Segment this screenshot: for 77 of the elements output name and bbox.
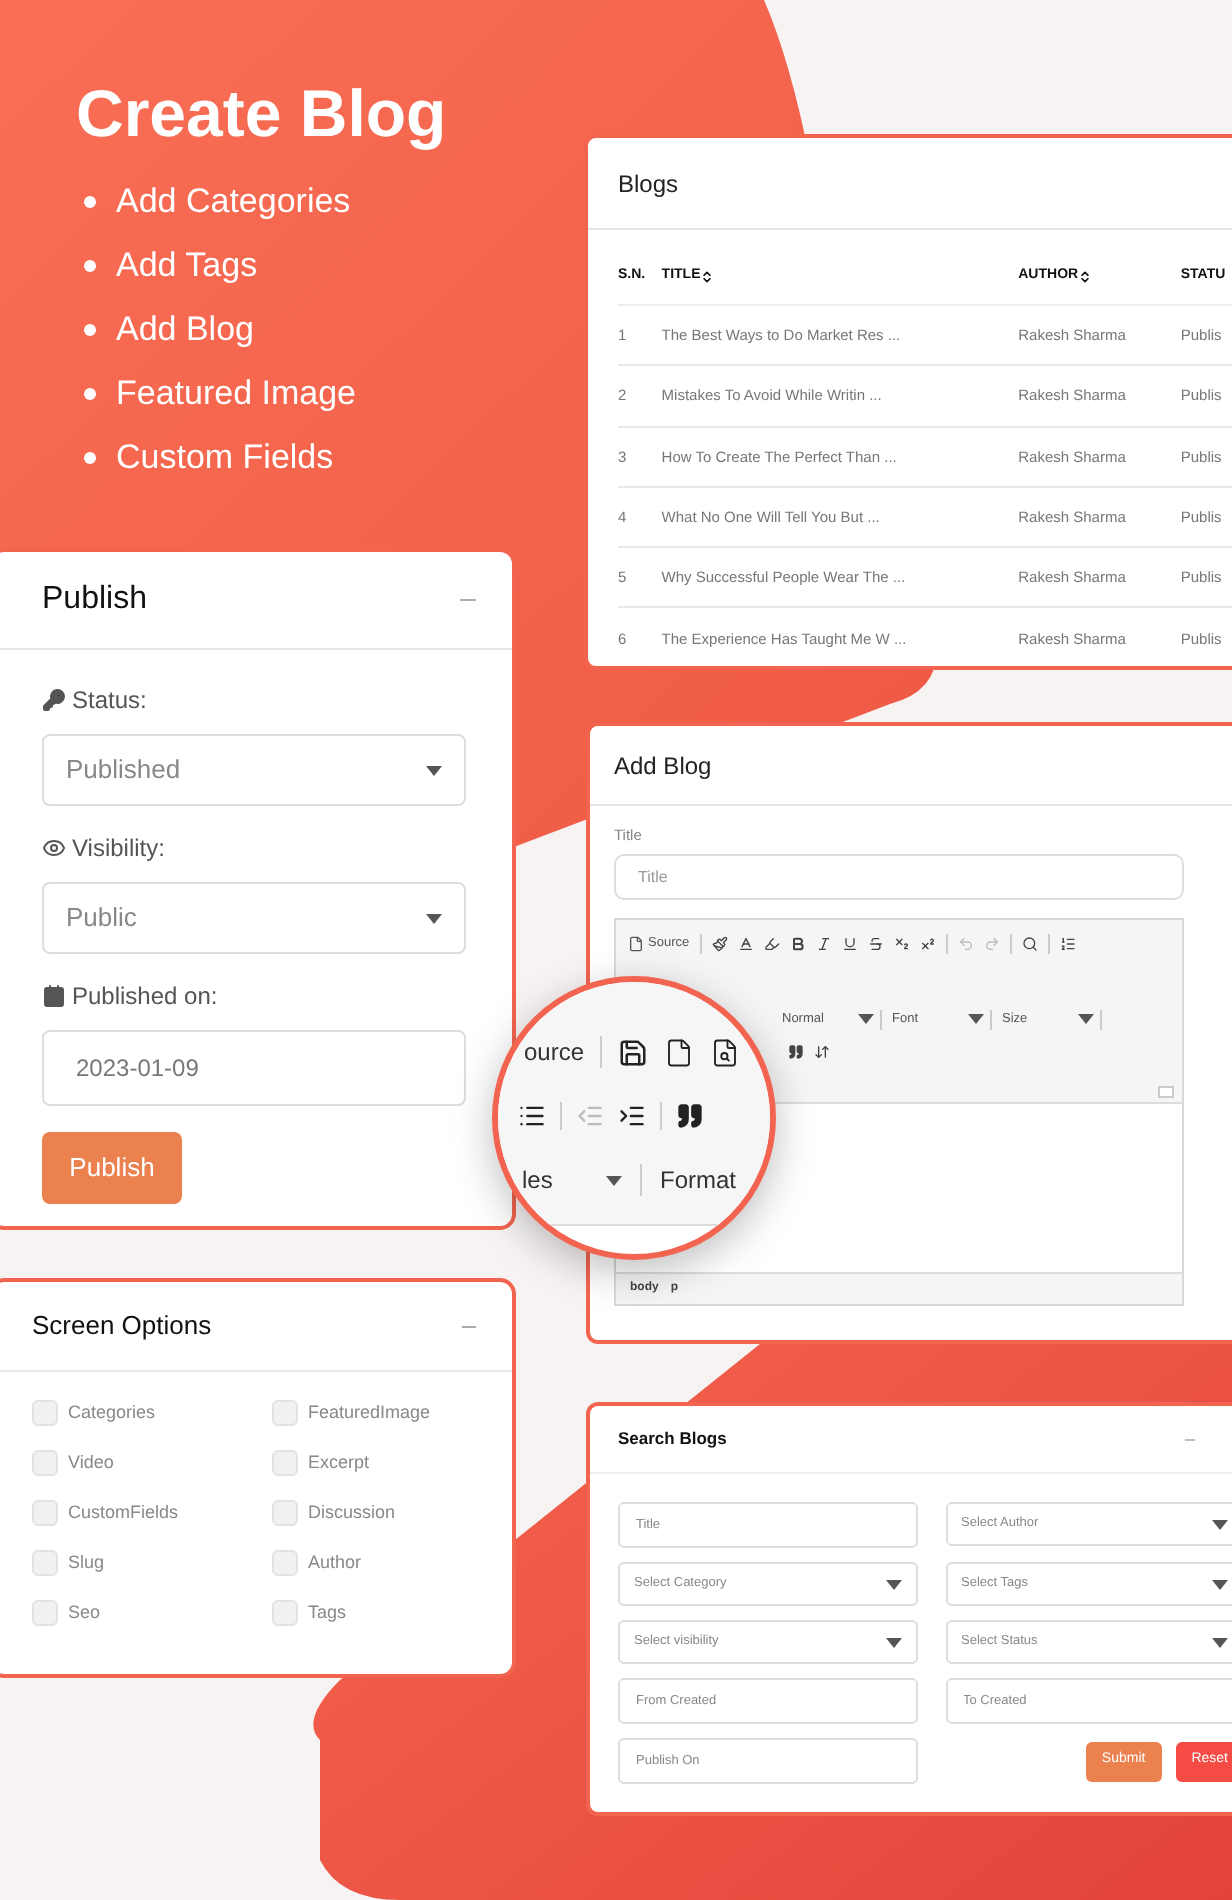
caret-icon bbox=[968, 1014, 984, 1025]
card-title: Search Blogs bbox=[618, 1426, 727, 1452]
checkbox[interactable] bbox=[272, 1450, 298, 1476]
caret-icon bbox=[1212, 1637, 1228, 1647]
feature-text: Add Categories bbox=[116, 180, 351, 225]
source-icon bbox=[628, 936, 644, 953]
feature-text: Custom Fields bbox=[116, 436, 334, 481]
option-label: Seo bbox=[68, 1599, 101, 1626]
new-page-icon[interactable] bbox=[664, 1037, 695, 1067]
strikethrough-icon[interactable] bbox=[867, 936, 884, 953]
card-title: Add Blog bbox=[614, 749, 712, 783]
styles-label[interactable]: les bbox=[522, 1162, 606, 1198]
caret-icon bbox=[885, 1637, 901, 1647]
select-field[interactable]: Published bbox=[42, 734, 466, 806]
hero-title: Create Blog bbox=[76, 74, 447, 154]
highlight-icon[interactable] bbox=[763, 936, 780, 953]
caret-icon bbox=[606, 1175, 622, 1185]
caret-icon bbox=[858, 1014, 874, 1025]
option-label: FeaturedImage bbox=[308, 1399, 431, 1426]
sort-icon bbox=[1078, 270, 1093, 284]
preview-icon[interactable] bbox=[710, 1037, 741, 1067]
field-label: Status: bbox=[72, 684, 147, 718]
field-label: Published on: bbox=[72, 980, 218, 1014]
checkbox[interactable] bbox=[32, 1400, 58, 1426]
field-icon bbox=[42, 836, 66, 860]
select-field[interactable]: Public bbox=[42, 882, 466, 954]
quote-icon[interactable] bbox=[788, 1044, 804, 1061]
quote-icon[interactable] bbox=[676, 1102, 704, 1130]
caret-icon bbox=[1078, 1014, 1094, 1025]
caret-icon bbox=[1212, 1519, 1228, 1529]
feature-text: Add Tags bbox=[116, 244, 258, 289]
indent-icon[interactable] bbox=[618, 1102, 646, 1130]
option-label: Slug bbox=[68, 1549, 105, 1576]
option-label: Discussion bbox=[308, 1499, 396, 1526]
feature-text: Featured Image bbox=[116, 372, 357, 417]
subscript-icon[interactable] bbox=[893, 936, 910, 953]
save-icon[interactable] bbox=[618, 1037, 649, 1067]
text-color-icon[interactable] bbox=[737, 936, 754, 953]
format-label[interactable]: Format bbox=[660, 1162, 737, 1198]
feature-text: Add Blog bbox=[116, 308, 254, 353]
checkbox[interactable] bbox=[32, 1500, 58, 1526]
checkbox[interactable] bbox=[272, 1500, 298, 1526]
italic-icon[interactable] bbox=[815, 936, 832, 953]
card-title: Publish bbox=[42, 580, 147, 620]
format-brush-icon[interactable] bbox=[711, 936, 728, 953]
card-title: Blogs bbox=[618, 167, 679, 201]
checkbox[interactable] bbox=[32, 1450, 58, 1476]
superscript-icon[interactable] bbox=[919, 936, 936, 953]
numbered-list-icon[interactable] bbox=[1059, 936, 1076, 953]
option-label: Author bbox=[308, 1549, 362, 1576]
option-label: Video bbox=[68, 1449, 114, 1476]
bulleted-list-icon[interactable] bbox=[518, 1102, 546, 1130]
option-label: Tags bbox=[308, 1599, 347, 1626]
date-field[interactable]: 2023-01-09 bbox=[42, 1030, 466, 1106]
field-label: Visibility: bbox=[72, 832, 165, 866]
bold-icon[interactable] bbox=[789, 936, 806, 953]
caret-icon bbox=[1212, 1579, 1228, 1589]
search-icon[interactable] bbox=[1021, 936, 1038, 953]
underline-icon[interactable] bbox=[841, 936, 858, 953]
text-direction-icon[interactable] bbox=[814, 1044, 830, 1061]
sort-icon bbox=[700, 270, 715, 284]
field-icon bbox=[42, 688, 66, 712]
source-label[interactable]: ource bbox=[524, 1034, 585, 1070]
checkbox[interactable] bbox=[272, 1400, 298, 1426]
title-input[interactable]: Title bbox=[614, 854, 1184, 901]
option-label: Excerpt bbox=[308, 1449, 370, 1476]
option-label: Categories bbox=[68, 1399, 156, 1426]
option-label: CustomFields bbox=[68, 1499, 179, 1526]
caret-icon bbox=[426, 913, 442, 923]
checkbox[interactable] bbox=[272, 1550, 298, 1576]
checkbox[interactable] bbox=[272, 1600, 298, 1626]
field-icon bbox=[42, 984, 66, 1008]
caret-icon bbox=[885, 1579, 901, 1589]
card-title: Screen Options bbox=[32, 1308, 212, 1345]
checkbox[interactable] bbox=[32, 1600, 58, 1626]
checkbox[interactable] bbox=[32, 1550, 58, 1576]
caret-icon bbox=[426, 765, 442, 775]
